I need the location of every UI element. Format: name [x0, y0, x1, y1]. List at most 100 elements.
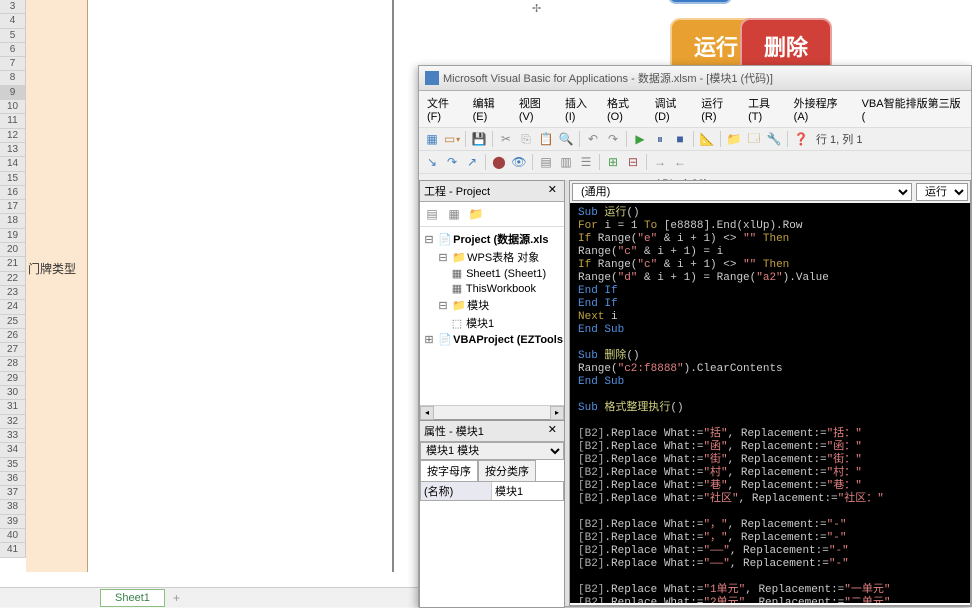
- folder-toggle-icon[interactable]: 📁: [467, 205, 485, 223]
- row-header-15[interactable]: 15: [0, 172, 25, 186]
- column-a[interactable]: [26, 0, 88, 572]
- row-header-36[interactable]: 36: [0, 472, 25, 486]
- menu-item[interactable]: 插入(I): [561, 93, 601, 125]
- indent-icon[interactable]: →: [651, 153, 669, 171]
- props-name-value[interactable]: 模块1: [492, 482, 563, 500]
- add-sheet-button[interactable]: +: [173, 591, 180, 605]
- row-header-29[interactable]: 29: [0, 372, 25, 386]
- project-hscroll[interactable]: ◂ ▸: [420, 405, 564, 419]
- menu-item[interactable]: 文件(F): [423, 93, 467, 125]
- row-header-10[interactable]: 10: [0, 100, 25, 114]
- row-header-39[interactable]: 39: [0, 515, 25, 529]
- row-header-33[interactable]: 33: [0, 429, 25, 443]
- project-tree[interactable]: ⊟ 📄 Project (数据源.xls ⊟ 📁 WPS表格 对象 ▦ Shee…: [420, 227, 564, 417]
- props-close-icon[interactable]: ✕: [545, 423, 560, 439]
- undo-icon[interactable]: ↶: [584, 130, 602, 148]
- menu-item[interactable]: 调试(D): [650, 93, 695, 125]
- scroll-right-icon[interactable]: ▸: [550, 406, 564, 420]
- paste-icon[interactable]: 📋: [537, 130, 555, 148]
- row-header-16[interactable]: 16: [0, 186, 25, 200]
- cut-icon[interactable]: ✂: [497, 130, 515, 148]
- row-header-7[interactable]: 7: [0, 57, 25, 71]
- step-out-icon[interactable]: ↗: [463, 153, 481, 171]
- row-header-9[interactable]: 9: [0, 86, 25, 100]
- redo-icon[interactable]: ↷: [604, 130, 622, 148]
- row-header-18[interactable]: 18: [0, 214, 25, 228]
- sheet-tab-1[interactable]: Sheet1: [100, 589, 165, 607]
- properties-icon[interactable]: 🗔: [745, 130, 763, 148]
- play-icon[interactable]: ▶: [631, 130, 649, 148]
- step-over-icon[interactable]: ↷: [443, 153, 461, 171]
- design-icon[interactable]: 📐: [698, 130, 716, 148]
- view-obj-icon[interactable]: ▦: [445, 205, 463, 223]
- row-header-32[interactable]: 32: [0, 415, 25, 429]
- row-header-21[interactable]: 21: [0, 257, 25, 271]
- menu-item[interactable]: 编辑(E): [469, 93, 513, 125]
- locals-icon[interactable]: ▥: [557, 153, 575, 171]
- find-icon[interactable]: 🔍: [557, 130, 575, 148]
- props-tab-alpha[interactable]: 按字母序: [420, 460, 478, 481]
- step-into-icon[interactable]: ↘: [423, 153, 441, 171]
- uncomment-icon[interactable]: ⊟: [624, 153, 642, 171]
- project-icon[interactable]: 📁: [725, 130, 743, 148]
- row-header-34[interactable]: 34: [0, 443, 25, 457]
- scroll-left-icon[interactable]: ◂: [420, 406, 434, 420]
- row-header-13[interactable]: 13: [0, 143, 25, 157]
- format-button[interactable]: [668, 0, 732, 4]
- immediate-icon[interactable]: ▤: [537, 153, 555, 171]
- row-header-14[interactable]: 14: [0, 157, 25, 171]
- row-header-37[interactable]: 37: [0, 486, 25, 500]
- project-close-icon[interactable]: ✕: [545, 183, 560, 199]
- row-header-12[interactable]: 12: [0, 129, 25, 143]
- row-header-3[interactable]: 3: [0, 0, 25, 14]
- row-header-41[interactable]: 41: [0, 543, 25, 557]
- row-header-22[interactable]: 22: [0, 272, 25, 286]
- menu-item[interactable]: 运行(R): [697, 93, 742, 125]
- copy-icon[interactable]: ⎘: [517, 130, 535, 148]
- menu-item[interactable]: 视图(V): [515, 93, 559, 125]
- props-object-select[interactable]: 模块1 模块: [420, 442, 564, 460]
- row-header-11[interactable]: 11: [0, 114, 25, 128]
- insert-dropdown-icon[interactable]: ▭: [443, 130, 461, 148]
- row-header-40[interactable]: 40: [0, 529, 25, 543]
- vba-titlebar[interactable]: Microsoft Visual Basic for Applications …: [419, 66, 971, 91]
- help-icon[interactable]: ❓: [792, 130, 810, 148]
- row-header-28[interactable]: 28: [0, 357, 25, 371]
- menu-item[interactable]: 外接程序(A): [790, 93, 856, 125]
- row-header-31[interactable]: 31: [0, 400, 25, 414]
- menu-item[interactable]: 工具(T): [744, 93, 788, 125]
- menu-item[interactable]: 格式(O): [603, 93, 648, 125]
- code-editor[interactable]: Sub 运行() For i = 1 To [e8888].End(xlUp).…: [570, 203, 970, 603]
- view-code-icon[interactable]: ▤: [423, 205, 441, 223]
- row-header-26[interactable]: 26: [0, 329, 25, 343]
- row-header-23[interactable]: 23: [0, 286, 25, 300]
- props-grid[interactable]: (名称) 模块1: [420, 481, 564, 501]
- row-header-24[interactable]: 24: [0, 300, 25, 314]
- props-tab-category[interactable]: 按分类序: [478, 460, 536, 481]
- row-header-8[interactable]: 8: [0, 71, 25, 85]
- row-header-20[interactable]: 20: [0, 243, 25, 257]
- view-icon[interactable]: ▦: [423, 130, 441, 148]
- row-header-30[interactable]: 30: [0, 386, 25, 400]
- pause-icon[interactable]: ⏸: [651, 130, 669, 148]
- save-icon[interactable]: 💾: [470, 130, 488, 148]
- stop-icon[interactable]: ■: [671, 130, 689, 148]
- comment-icon[interactable]: ⊞: [604, 153, 622, 171]
- breakpoint-icon[interactable]: ⬤: [490, 153, 508, 171]
- row-header-5[interactable]: 5: [0, 29, 25, 43]
- watch-icon[interactable]: 👁: [510, 153, 528, 171]
- outdent-icon[interactable]: ←: [671, 153, 689, 171]
- menu-item[interactable]: VBA智能排版第三版(: [858, 93, 967, 125]
- row-header-25[interactable]: 25: [0, 315, 25, 329]
- row-header-27[interactable]: 27: [0, 343, 25, 357]
- row-header-4[interactable]: 4: [0, 14, 25, 28]
- row-header-6[interactable]: 6: [0, 43, 25, 57]
- row-header-38[interactable]: 38: [0, 500, 25, 514]
- object-select[interactable]: (通用): [572, 183, 912, 201]
- row-header-19[interactable]: 19: [0, 229, 25, 243]
- stack-icon[interactable]: ☰: [577, 153, 595, 171]
- row-header-17[interactable]: 17: [0, 200, 25, 214]
- procedure-select[interactable]: 运行: [916, 183, 968, 201]
- row-header-35[interactable]: 35: [0, 458, 25, 472]
- toolbox-icon[interactable]: 🔧: [765, 130, 783, 148]
